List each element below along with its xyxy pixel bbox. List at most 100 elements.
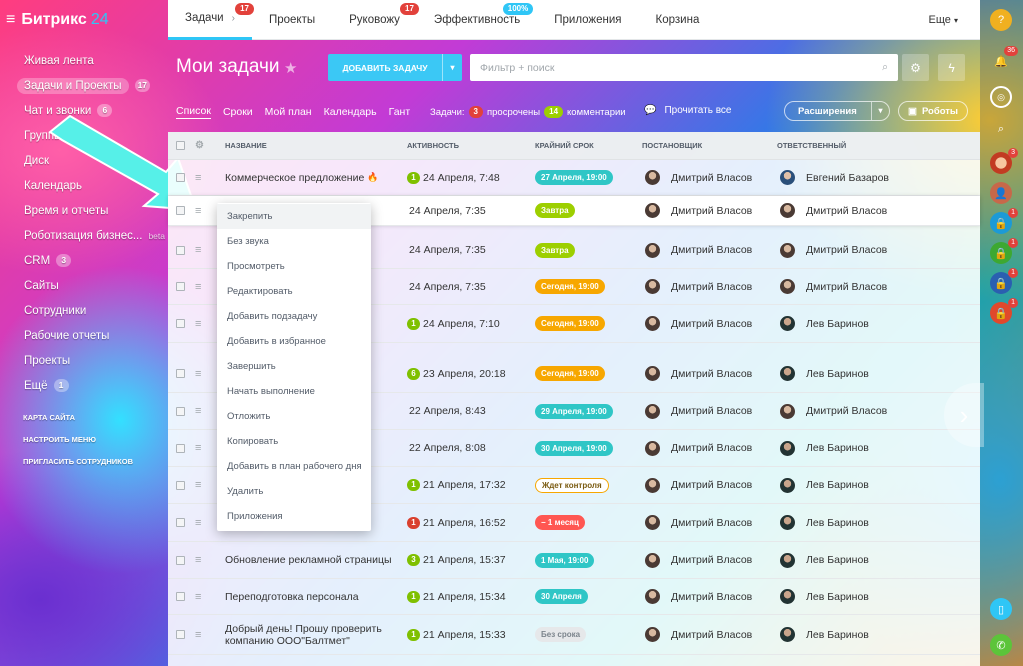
- context-menu-item[interactable]: Закрепить: [217, 204, 371, 229]
- add-task-button[interactable]: ДОБАВИТЬ ЗАДАЧУ ▾: [328, 54, 462, 81]
- sidebar-item[interactable]: Задачи и Проекты 17: [16, 73, 166, 98]
- chat-icon[interactable]: ◎: [990, 86, 1012, 108]
- context-menu-item[interactable]: Приложения: [217, 504, 371, 529]
- sidebar-item[interactable]: Роботизация бизнес... beta: [16, 223, 166, 248]
- view-gantt[interactable]: Гант: [389, 106, 411, 118]
- creator-cell[interactable]: Дмитрий Власов: [645, 316, 752, 331]
- responsible-cell[interactable]: Евгений Базаров: [780, 170, 889, 185]
- overdue-count[interactable]: 3: [468, 106, 483, 118]
- table-row[interactable]: ≡ Переподготовка персонала 1 21 Апреля, 15:…: [168, 579, 980, 615]
- creator-cell[interactable]: Дмитрий Власов: [645, 403, 752, 419]
- sidebar-item[interactable]: Сайты: [16, 273, 166, 298]
- drag-handle-icon[interactable]: ≡: [195, 205, 201, 217]
- creator-cell[interactable]: Дмитрий Власов: [645, 170, 752, 185]
- deadline-badge[interactable]: Сегодня, 19:00: [535, 279, 605, 294]
- avatar[interactable]: 3: [990, 148, 1018, 174]
- invite-users-link[interactable]: ПРИГЛАСИТЬ СОТРУДНИКОВ: [23, 457, 133, 466]
- sidebar-item[interactable]: Живая лента: [16, 48, 166, 73]
- lock-icon[interactable]: 🔒 1: [990, 238, 1018, 264]
- row-checkbox[interactable]: [176, 319, 185, 328]
- activity-badge[interactable]: 1: [407, 171, 420, 184]
- deadline-badge[interactable]: Сегодня, 19:00: [535, 316, 605, 331]
- drag-handle-icon[interactable]: ≡: [195, 368, 201, 380]
- row-checkbox[interactable]: [176, 592, 185, 601]
- context-menu-item[interactable]: Удалить: [217, 479, 371, 504]
- tab-manage[interactable]: Руковожу 17: [332, 0, 419, 40]
- context-menu-item[interactable]: Начать выполнение: [217, 379, 371, 404]
- creator-cell[interactable]: Дмитрий Власов: [645, 242, 752, 258]
- comments-label[interactable]: комментарии: [567, 107, 626, 118]
- configure-menu-link[interactable]: НАСТРОИТЬ МЕНЮ: [23, 435, 96, 444]
- col-deadline[interactable]: КРАЙНИЙ СРОК: [535, 141, 594, 150]
- row-checkbox[interactable]: [176, 518, 185, 527]
- creator-cell[interactable]: Дмитрий Власов: [645, 515, 752, 530]
- row-checkbox[interactable]: [176, 630, 185, 639]
- logo[interactable]: ≡ Битрикс 24: [6, 11, 109, 29]
- drag-handle-icon[interactable]: ≡: [195, 405, 201, 417]
- table-row[interactable]: ≡ Добрый день! Прошу проверить компанию О…: [168, 615, 980, 655]
- context-menu-item[interactable]: Добавить в избранное: [217, 329, 371, 354]
- drag-handle-icon[interactable]: ≡: [195, 281, 201, 293]
- context-menu-item[interactable]: Отложить: [217, 404, 371, 429]
- user-icon[interactable]: 👤: [990, 182, 1012, 204]
- lock-icon[interactable]: 🔒 1: [990, 208, 1018, 234]
- view-list[interactable]: Список: [176, 105, 211, 119]
- responsible-cell[interactable]: Лев Баринов: [780, 589, 869, 604]
- sidebar-item[interactable]: CRM 3: [16, 248, 166, 273]
- deadline-badge[interactable]: Завтра: [535, 242, 575, 258]
- creator-cell[interactable]: Дмитрий Власов: [645, 552, 752, 568]
- responsible-cell[interactable]: Дмитрий Власов: [780, 203, 887, 218]
- row-checkbox[interactable]: [176, 173, 185, 182]
- responsible-cell[interactable]: Лев Баринов: [780, 515, 869, 530]
- task-title[interactable]: Добрый день! Прошу проверить компанию ОО…: [225, 623, 393, 647]
- drag-handle-icon[interactable]: ≡: [195, 318, 201, 330]
- call-icon[interactable]: ✆: [990, 634, 1012, 656]
- activity-badge[interactable]: 3: [407, 554, 420, 566]
- deadline-badge[interactable]: 30 Апреля: [535, 589, 588, 604]
- row-checkbox[interactable]: [176, 480, 185, 490]
- sidebar-item[interactable]: Проекты: [16, 348, 166, 373]
- deadline-badge[interactable]: Без срока: [535, 627, 587, 642]
- sidebar-item[interactable]: Ещё 1: [16, 373, 166, 398]
- chevron-down-icon[interactable]: ▾: [871, 102, 889, 120]
- creator-cell[interactable]: Дмитрий Власов: [645, 477, 752, 493]
- context-menu-item[interactable]: Копировать: [217, 429, 371, 454]
- context-menu-item[interactable]: Завершить: [217, 354, 371, 379]
- view-calendar[interactable]: Календарь: [324, 106, 377, 118]
- col-activity[interactable]: АКТИВНОСТЬ: [407, 141, 459, 150]
- tab-apps[interactable]: Приложения: [537, 0, 638, 40]
- phone-device-icon[interactable]: ▯: [990, 598, 1012, 620]
- col-responsible[interactable]: ОТВЕТСТВЕННЫЙ: [777, 141, 846, 150]
- row-checkbox[interactable]: [176, 245, 185, 255]
- select-all-checkbox[interactable]: [176, 141, 185, 150]
- drag-handle-icon[interactable]: ≡: [195, 479, 201, 491]
- robots-button[interactable]: ▣ Роботы: [898, 101, 968, 121]
- chevron-down-icon[interactable]: ▾: [442, 54, 462, 81]
- tab-tasks[interactable]: Задачи 17 ›: [168, 0, 254, 40]
- creator-cell[interactable]: Дмитрий Власов: [645, 589, 752, 604]
- context-menu-item[interactable]: Добавить подзадачу: [217, 304, 371, 329]
- responsible-cell[interactable]: Лев Баринов: [780, 440, 869, 456]
- col-title[interactable]: НАЗВАНИЕ: [225, 141, 267, 150]
- search-icon[interactable]: ⌕: [882, 61, 888, 74]
- lightning-icon[interactable]: ϟ: [938, 54, 965, 81]
- responsible-cell[interactable]: Дмитрий Власов: [780, 279, 887, 294]
- deadline-badge[interactable]: − 1 месяц: [535, 515, 585, 530]
- settings-gear-icon[interactable]: ⚙: [902, 54, 929, 81]
- filter-search-input[interactable]: Фильтр + поиск ⌕: [470, 54, 898, 81]
- deadline-badge[interactable]: 30 Апреля, 19:00: [535, 440, 613, 456]
- tab-trash[interactable]: Корзина: [639, 0, 717, 40]
- creator-cell[interactable]: Дмитрий Власов: [645, 203, 752, 218]
- row-checkbox[interactable]: [176, 406, 185, 416]
- drag-handle-icon[interactable]: ≡: [195, 554, 201, 566]
- deadline-badge[interactable]: Сегодня, 19:00: [535, 366, 605, 381]
- extensions-button[interactable]: Расширения ▾: [784, 101, 890, 121]
- task-title[interactable]: Переподготовка персонала: [225, 591, 393, 603]
- star-icon[interactable]: ★: [284, 59, 297, 77]
- read-all-button[interactable]: 💬 Прочитать все: [644, 105, 731, 116]
- row-checkbox[interactable]: [176, 206, 185, 215]
- row-checkbox[interactable]: [176, 369, 185, 378]
- col-creator[interactable]: ПОСТАНОВЩИК: [642, 141, 702, 150]
- responsible-cell[interactable]: Лев Баринов: [780, 477, 869, 493]
- table-row[interactable]: ≡ Коммерческое предложение 🔥 1 24 Апреля, 7:…: [168, 160, 980, 196]
